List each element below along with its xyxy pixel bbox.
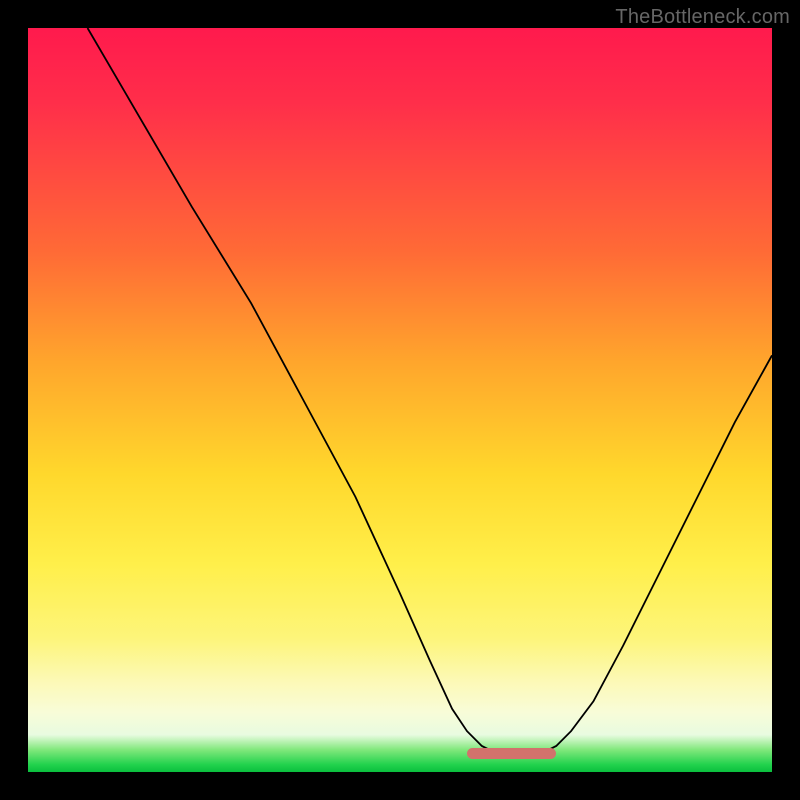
curve-layer [28, 28, 772, 772]
chart-frame: TheBottleneck.com [0, 0, 800, 800]
plot-area [28, 28, 772, 772]
watermark-text: TheBottleneck.com [615, 6, 790, 29]
curve-black [88, 28, 772, 756]
valley-accent [467, 748, 556, 759]
